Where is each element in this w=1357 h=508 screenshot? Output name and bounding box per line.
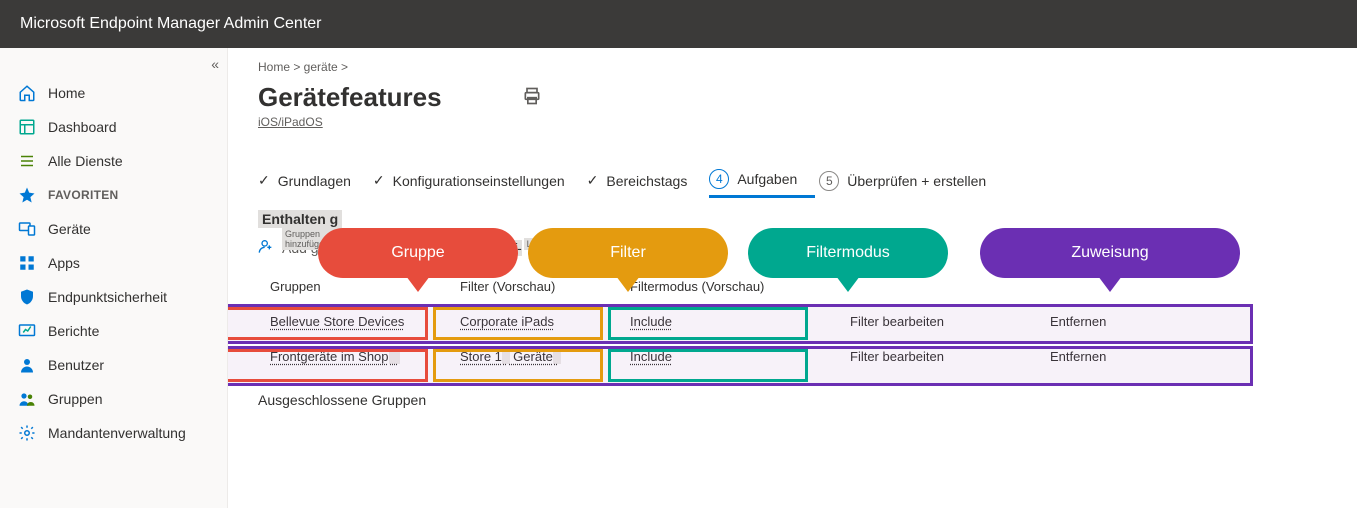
- page-subtitle: iOS/iPadOS: [258, 115, 1327, 129]
- remove-link[interactable]: Entfernen: [1038, 339, 1258, 374]
- add-person-icon: [258, 238, 274, 257]
- assignments-table: Gruppen Filter (Vorschau) Filtermodus (V…: [258, 271, 1258, 374]
- cell-mode: Include: [618, 304, 838, 339]
- reports-icon: [18, 322, 36, 340]
- sidebar-item-label: Endpunktsicherheit: [48, 289, 167, 305]
- add-all-users-link[interactable]: Aalle Benutzer -f- Luft hinzufügen Filas…: [390, 238, 522, 257]
- link-hint: Luft hinzufügen: [524, 238, 592, 250]
- sidebar-item-home[interactable]: Home: [0, 76, 227, 110]
- step-scope-tags[interactable]: ✓ Bereichstags: [587, 168, 706, 195]
- sidebar-item-groups[interactable]: Gruppen: [0, 382, 227, 416]
- dashboard-icon: [18, 118, 36, 136]
- groups-icon: [18, 390, 36, 408]
- print-icon[interactable]: [522, 86, 542, 109]
- sidebar-item-label: Home: [48, 85, 85, 101]
- sidebar-section-favorites: FAVORITEN: [0, 178, 227, 212]
- check-icon: ✓: [373, 172, 385, 189]
- gear-icon: [18, 424, 36, 442]
- step-config[interactable]: ✓ Konfigurationseinstellungen: [373, 168, 583, 195]
- sidebar-item-dashboard[interactable]: Dashboard: [0, 110, 227, 144]
- cell-mode: Include: [618, 339, 838, 374]
- sidebar-item-label: Benutzer: [48, 357, 104, 373]
- sidebar-item-label: Berichte: [48, 323, 99, 339]
- collapse-chevron-icon[interactable]: «: [211, 56, 219, 72]
- step-assignments[interactable]: 4 Aufgaben: [709, 165, 815, 198]
- included-groups-label: Enthalten g: [258, 210, 342, 228]
- sidebar-item-tenant-admin[interactable]: Mandantenverwaltung: [0, 416, 227, 450]
- remove-link[interactable]: Entfernen: [1038, 304, 1258, 339]
- wizard-steps: ✓ Grundlagen ✓ Konfigurationseinstellung…: [258, 165, 1327, 198]
- sidebar-item-devices[interactable]: Geräte: [0, 212, 227, 246]
- app-title: Microsoft Endpoint Manager Admin Center: [20, 15, 321, 33]
- sidebar-item-label: Apps: [48, 255, 80, 271]
- step-label: Aufgaben: [737, 171, 797, 187]
- add-person-icon: [390, 238, 406, 257]
- sidebar-item-reports[interactable]: Berichte: [0, 314, 227, 348]
- sidebar-item-all-services[interactable]: Alle Dienste: [0, 144, 227, 178]
- table-row: Frontgeräte im Shop Store 1 Geräte Inclu…: [258, 339, 1258, 374]
- step-label: Grundlagen: [278, 173, 351, 189]
- edit-filter-link[interactable]: Filter bearbeiten: [838, 304, 1038, 339]
- link-hint: Gruppen hinzufügen: [282, 228, 354, 250]
- sidebar-item-label: Alle Dienste: [48, 153, 123, 169]
- list-icon: [18, 152, 36, 170]
- sidebar-item-label: Geräte: [48, 221, 91, 237]
- page-title: Gerätefeatures: [258, 82, 442, 113]
- col-group: Gruppen: [258, 271, 448, 304]
- edit-filter-link[interactable]: Filter bearbeiten: [838, 339, 1038, 374]
- step-label: Überprüfen + erstellen: [847, 173, 986, 189]
- col-filter-mode: Filtermodus (Vorschau): [618, 271, 838, 304]
- table-row: Bellevue Store Devices Corporate iPads I…: [258, 304, 1258, 339]
- main-content: Home > geräte > Gerätefeatures iOS/iPadO…: [228, 48, 1357, 508]
- sidebar-item-label: Mandantenverwaltung: [48, 425, 186, 441]
- step-label: Konfigurationseinstellungen: [393, 173, 565, 189]
- sidebar-item-apps[interactable]: Apps: [0, 246, 227, 280]
- cell-filter: Corporate iPads: [448, 304, 618, 339]
- step-number: 4: [709, 169, 729, 189]
- add-groups-link[interactable]: Add groups Gruppen hinzufügen: [258, 238, 354, 257]
- devices-icon: [18, 220, 36, 238]
- check-icon: ✓: [587, 172, 599, 189]
- sidebar-item-users[interactable]: Benutzer: [0, 348, 227, 382]
- step-basics[interactable]: ✓ Grundlagen: [258, 168, 369, 195]
- sidebar: « Home Dashboard Alle Dienste: [0, 48, 228, 508]
- star-icon: [18, 186, 36, 204]
- sidebar-section-label: FAVORITEN: [48, 188, 118, 202]
- check-icon: ✓: [258, 172, 270, 189]
- sidebar-item-label: Gruppen: [48, 391, 102, 407]
- shield-icon: [18, 288, 36, 306]
- link-hint2: Filaster: [586, 242, 622, 254]
- link-text: Aalle Benutzer -f-: [414, 240, 522, 256]
- sidebar-item-label: Dashboard: [48, 119, 117, 135]
- user-icon: [18, 356, 36, 374]
- cell-group: Bellevue Store Devices: [258, 304, 448, 339]
- sidebar-item-endpoint-security[interactable]: Endpunktsicherheit: [0, 280, 227, 314]
- breadcrumb[interactable]: Home > geräte >: [258, 60, 1327, 74]
- step-number: 5: [819, 171, 839, 191]
- cell-filter: Store 1 Geräte: [448, 339, 618, 374]
- cell-group: Frontgeräte im Shop: [258, 339, 448, 374]
- step-review[interactable]: 5 Überprüfen + erstellen: [819, 167, 1004, 197]
- col-filter: Filter (Vorschau): [448, 271, 618, 304]
- step-label: Bereichstags: [606, 173, 687, 189]
- apps-icon: [18, 254, 36, 272]
- excluded-groups-label: Ausgeschlossene Gruppen: [258, 392, 1327, 408]
- home-icon: [18, 84, 36, 102]
